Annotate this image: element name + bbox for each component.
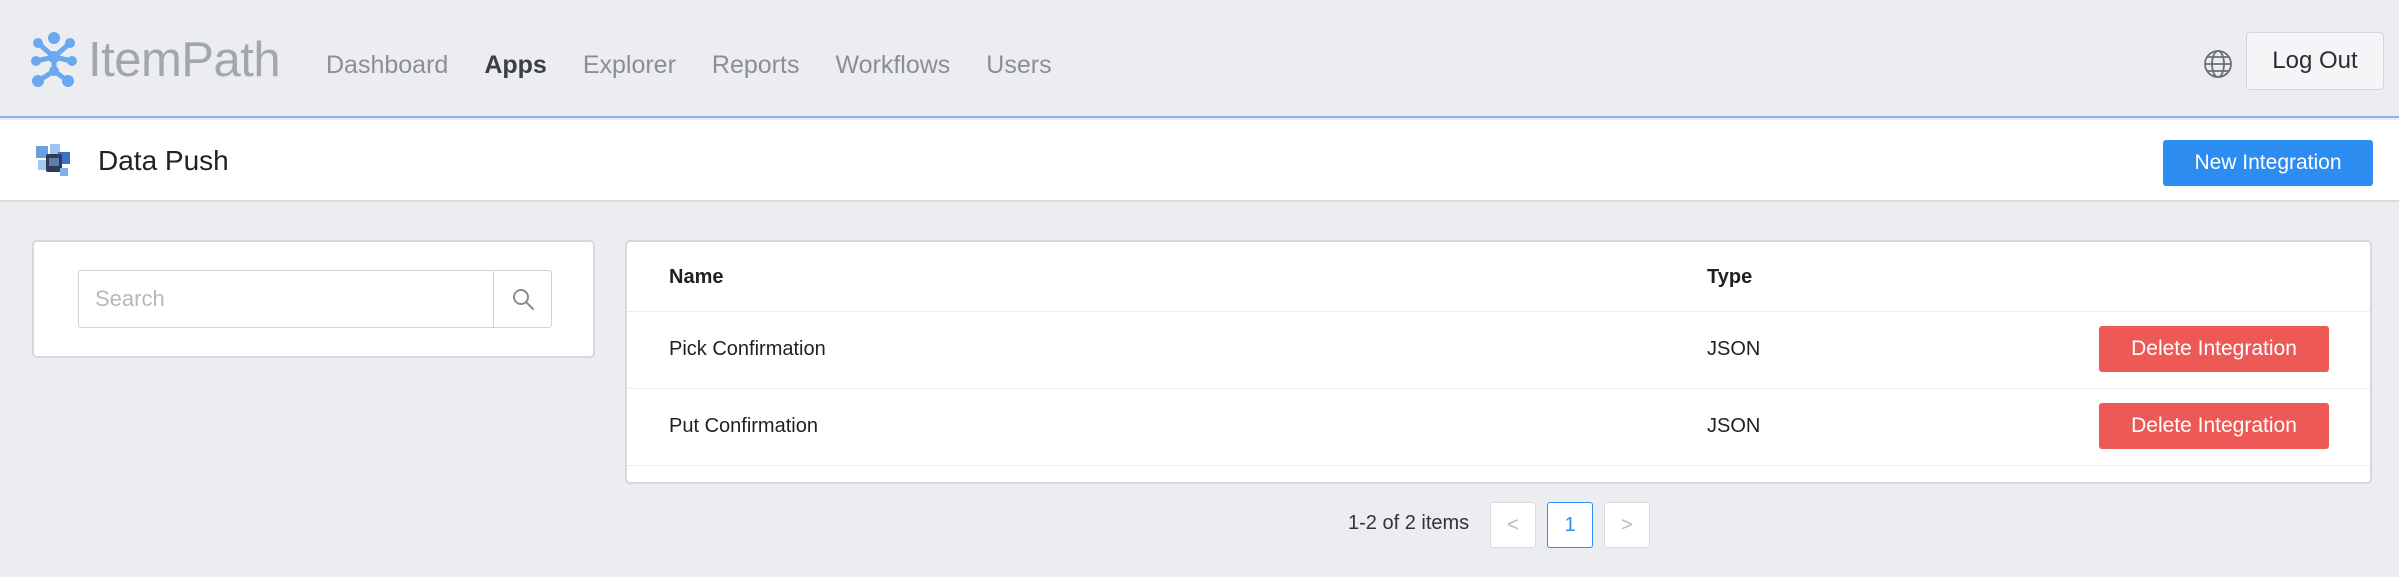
new-integration-button[interactable]: New Integration bbox=[2163, 140, 2373, 186]
search-box bbox=[78, 270, 552, 328]
search-button[interactable] bbox=[493, 271, 551, 327]
column-header-type[interactable]: Type bbox=[1707, 266, 1752, 289]
page-title: Data Push bbox=[98, 145, 229, 176]
integration-type: JSON bbox=[1707, 338, 1761, 360]
nav-item-users[interactable]: Users bbox=[986, 48, 1051, 82]
integration-name: Pick Confirmation bbox=[669, 338, 826, 360]
nav-item-explorer[interactable]: Explorer bbox=[583, 48, 676, 82]
pagination-page-button[interactable]: 1 bbox=[1547, 502, 1593, 548]
data-push-app-icon bbox=[36, 144, 70, 176]
table-row[interactable]: Pick Confirmation JSON Delete Integratio… bbox=[627, 312, 2370, 389]
pagination-next-button[interactable]: > bbox=[1604, 502, 1650, 548]
nav-item-workflows[interactable]: Workflows bbox=[835, 48, 950, 82]
chevron-left-icon: < bbox=[1507, 513, 1519, 536]
page-header: Data Push New Integration bbox=[0, 120, 2399, 202]
delete-integration-button[interactable]: Delete Integration bbox=[2099, 403, 2329, 449]
top-navigation: ItemPath Dashboard Apps Explorer Reports… bbox=[0, 0, 2399, 118]
brand-name: ItemPath bbox=[88, 33, 281, 87]
main-nav: Dashboard Apps Explorer Reports Workflow… bbox=[326, 48, 1088, 82]
table-row[interactable]: Put Confirmation JSON Delete Integration bbox=[627, 389, 2370, 466]
globe-icon[interactable] bbox=[2202, 48, 2234, 80]
delete-integration-button[interactable]: Delete Integration bbox=[2099, 326, 2329, 372]
nav-item-reports[interactable]: Reports bbox=[712, 48, 800, 82]
column-header-name[interactable]: Name bbox=[669, 266, 723, 289]
nav-item-apps[interactable]: Apps bbox=[484, 48, 547, 82]
table-header: Name Type bbox=[627, 242, 2370, 312]
integration-name: Put Confirmation bbox=[669, 415, 818, 437]
logout-button[interactable]: Log Out bbox=[2246, 32, 2384, 90]
search-panel bbox=[32, 240, 595, 358]
pagination-prev-button[interactable]: < bbox=[1490, 502, 1536, 548]
search-icon bbox=[512, 289, 534, 310]
chevron-right-icon: > bbox=[1621, 513, 1633, 536]
itempath-logo-icon bbox=[31, 32, 77, 87]
integration-type: JSON bbox=[1707, 415, 1761, 437]
nav-item-dashboard[interactable]: Dashboard bbox=[326, 48, 448, 82]
pagination-summary: 1-2 of 2 items bbox=[1348, 512, 1470, 534]
search-input[interactable] bbox=[79, 271, 493, 327]
integrations-table: Name Type Pick Confirmation JSON Delete … bbox=[625, 240, 2372, 484]
brand-logo[interactable]: ItemPath bbox=[28, 30, 281, 90]
